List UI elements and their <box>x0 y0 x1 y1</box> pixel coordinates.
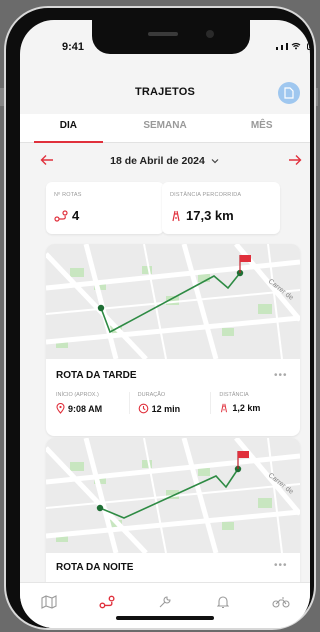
nav-routes[interactable] <box>95 593 119 611</box>
more-options-icon[interactable]: ••• <box>274 370 288 381</box>
distance-value: 1,2 km <box>232 403 261 413</box>
page-title: TRAJETOS <box>134 86 196 98</box>
stat-routes-card: Nº ROTAS 4 <box>46 182 164 234</box>
route-icon <box>54 209 68 222</box>
route-map: Carrer de <box>46 438 300 553</box>
date-selector: 18 de Abril de 2024 <box>20 148 310 174</box>
battery-icon <box>307 43 310 50</box>
tab-dia[interactable]: DIA <box>20 114 117 143</box>
location-pin-icon <box>56 403 65 414</box>
tab-semana[interactable]: SEMANA <box>117 114 214 142</box>
start-value: 9:08 AM <box>68 403 103 414</box>
period-tabs: DIA SEMANA MÊS <box>20 114 310 143</box>
route-title: ROTA DA NOITE <box>56 562 134 573</box>
route-icon <box>99 595 115 609</box>
notch <box>92 20 250 54</box>
more-options-icon[interactable]: ••• <box>274 560 288 571</box>
app-screen: 9:41 TRAJETOS DIA SEMANA MÊS 18 de Abril… <box>20 20 310 628</box>
duration-value: 12 min <box>151 403 181 414</box>
clock-icon <box>138 403 149 414</box>
stat-routes-value: 4 <box>72 208 80 223</box>
bell-icon <box>217 596 229 609</box>
home-indicator[interactable] <box>116 616 214 620</box>
route-map: Carrer de <box>46 244 300 359</box>
road-icon <box>221 403 228 413</box>
distance-label: DISTÂNCIA <box>219 392 249 398</box>
nav-map[interactable] <box>37 593 61 611</box>
arrow-left-icon[interactable] <box>40 154 54 166</box>
wifi-icon <box>291 42 301 50</box>
document-icon <box>284 87 294 99</box>
road-icon <box>172 210 180 221</box>
nav-notifications[interactable] <box>211 593 235 611</box>
status-icons <box>276 42 310 50</box>
phone-frame: 9:41 TRAJETOS DIA SEMANA MÊS 18 de Abril… <box>4 6 316 630</box>
stat-routes-label: Nº ROTAS <box>54 192 82 198</box>
date-label[interactable]: 18 de Abril de 2024 <box>110 155 205 167</box>
wrench-icon <box>159 596 171 608</box>
profile-button[interactable] <box>278 82 300 104</box>
stat-distance-value: 17,3 km <box>186 208 234 223</box>
start-label: INÍCIO (APROX.) <box>56 392 99 398</box>
route-title: ROTA DA TARDE <box>56 370 137 381</box>
bottom-nav <box>20 582 310 628</box>
route-card[interactable]: Carrer de ROTA DA TARDE ••• INÍCIO (APRO… <box>46 244 300 436</box>
duration-label: DURAÇÃO <box>137 392 166 398</box>
motorcycle-icon <box>272 597 290 608</box>
stat-distance-card: DISTÂNCIA PERCORRIDA 17,3 km <box>162 182 280 234</box>
stat-distance-label: DISTÂNCIA PERCORRIDA <box>170 192 242 198</box>
map-icon <box>41 595 57 609</box>
tab-mes[interactable]: MÊS <box>213 114 310 142</box>
arrow-right-icon[interactable] <box>288 154 302 166</box>
chevron-down-icon[interactable] <box>210 157 220 165</box>
nav-vehicle[interactable] <box>269 593 293 611</box>
status-time: 9:41 <box>62 41 85 53</box>
nav-maintenance[interactable] <box>153 593 177 611</box>
